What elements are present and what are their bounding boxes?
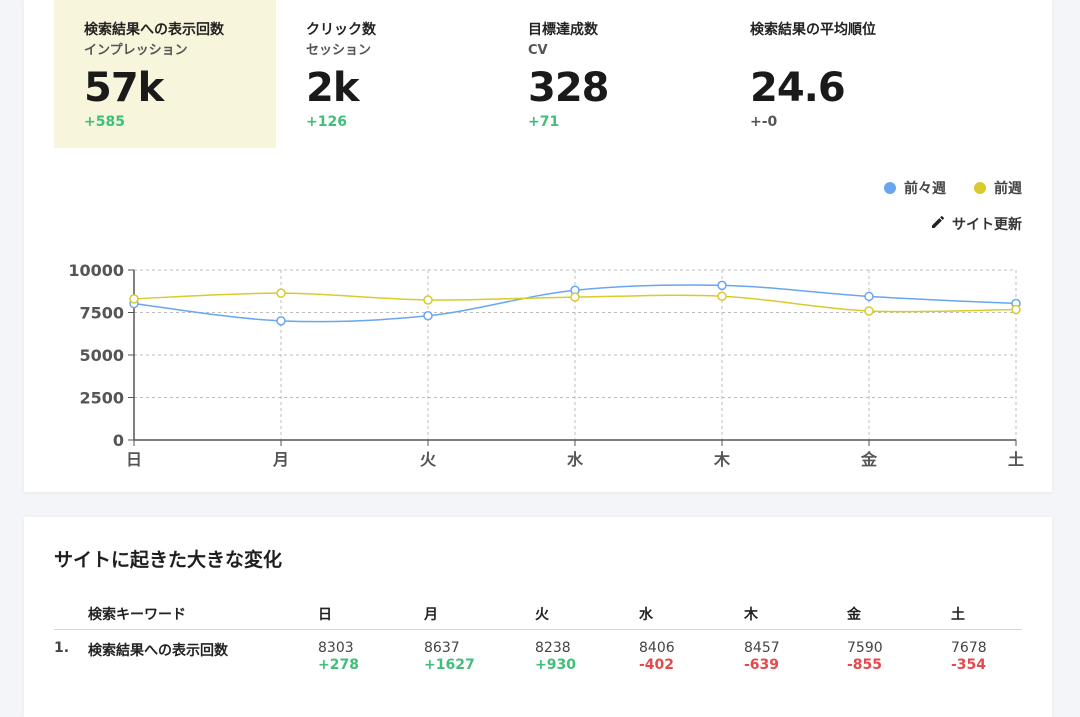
day-cell: 8303 +278 xyxy=(318,630,424,675)
data-point-0 xyxy=(423,311,433,321)
day-header: 木 xyxy=(744,599,847,630)
cell-delta: -354 xyxy=(951,657,987,673)
x-tick-label: 土 xyxy=(1008,450,1024,469)
cell-delta: +278 xyxy=(318,657,359,673)
row-keyword: 検索結果への表示回数 xyxy=(88,643,228,659)
section-title: サイトに起きた大きな変化 xyxy=(54,549,283,571)
x-tick-label: 火 xyxy=(420,450,437,469)
day-header: 月 xyxy=(424,599,535,630)
changes-table: 検索キーワード 日 月 火 水 木 金 土 1. 検索結果への表示回数 8303… xyxy=(54,599,1022,674)
cell-value: 8406 xyxy=(639,640,675,656)
changes-card: サイトに起きた大きな変化 検索キーワード 日 月 火 水 木 金 土 1. 検索… xyxy=(24,517,1052,717)
x-tick-label: 金 xyxy=(860,450,878,469)
data-point-1 xyxy=(570,292,580,302)
data-point-0 xyxy=(276,316,286,326)
data-point-1 xyxy=(717,291,727,301)
day-cell: 8637 +1627 xyxy=(424,630,535,675)
rank-header xyxy=(54,599,88,630)
day-cell: 8238 +930 xyxy=(535,630,639,675)
table-header-row: 検索キーワード 日 月 火 水 木 金 土 xyxy=(54,599,1022,630)
day-header: 金 xyxy=(847,599,951,630)
line-chart: 0 2500 5000 7500 10000 日 月 火 水 木 金 土 xyxy=(68,261,1024,469)
day-cell: 8406 -402 xyxy=(639,630,744,675)
cell-delta: +930 xyxy=(535,657,576,673)
cell-value: 8637 xyxy=(424,640,460,656)
y-tick-label: 5000 xyxy=(79,346,124,365)
data-point-1 xyxy=(129,294,139,304)
day-header: 日 xyxy=(318,599,424,630)
cell-value: 7590 xyxy=(847,640,883,656)
day-cell: 7678 -354 xyxy=(951,630,1022,675)
y-tick-label: 2500 xyxy=(79,389,124,408)
cell-value: 8238 xyxy=(535,640,571,656)
data-point-1 xyxy=(1011,304,1021,315)
cell-delta: -402 xyxy=(639,657,675,673)
x-tick-label: 月 xyxy=(272,450,289,469)
day-header: 火 xyxy=(535,599,639,630)
y-tick-label: 7500 xyxy=(79,304,124,323)
y-tick-label: 0 xyxy=(113,431,124,450)
day-cell: 7590 -855 xyxy=(847,630,951,675)
y-tick-label: 10000 xyxy=(68,261,124,280)
keyword-header: 検索キーワード xyxy=(88,599,318,630)
day-header: 土 xyxy=(951,599,1022,630)
data-point-0 xyxy=(864,291,874,302)
cell-value: 8303 xyxy=(318,640,354,656)
data-point-1 xyxy=(423,295,433,305)
data-point-0 xyxy=(717,280,727,291)
data-point-1 xyxy=(276,288,286,298)
day-cell: 8457 -639 xyxy=(744,630,847,675)
table-row[interactable]: 1. 検索結果への表示回数 8303 +278 8637 +1627 8238 +93… xyxy=(54,630,1022,675)
overview-card: 検索結果への表示回数 インプレッション 57k +585 クリック数 セッション… xyxy=(24,0,1052,492)
data-point-1 xyxy=(864,306,874,316)
row-rank: 1. xyxy=(54,640,70,656)
x-tick-label: 木 xyxy=(713,450,731,469)
cell-delta: +1627 xyxy=(424,657,475,673)
x-tick-label: 日 xyxy=(126,450,142,469)
cell-value: 7678 xyxy=(951,640,987,656)
cell-delta: -855 xyxy=(847,657,883,673)
day-header: 水 xyxy=(639,599,744,630)
x-tick-label: 水 xyxy=(567,450,584,469)
cell-value: 8457 xyxy=(744,640,780,656)
cell-delta: -639 xyxy=(744,657,780,673)
